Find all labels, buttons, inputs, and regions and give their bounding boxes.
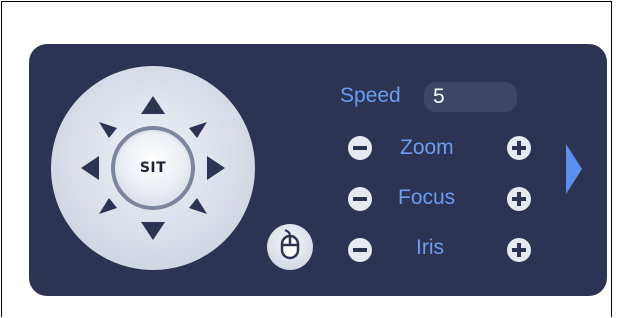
iris-minus-button[interactable] (348, 238, 372, 262)
zoom-label: Zoom (400, 136, 454, 159)
focus-plus-button[interactable] (507, 187, 531, 211)
up-right-arrow-icon[interactable] (189, 122, 207, 138)
minus-icon (353, 248, 367, 252)
plus-icon (512, 192, 526, 206)
minus-icon (353, 146, 367, 150)
iris-label: Iris (416, 236, 444, 259)
zoom-plus-button[interactable] (507, 136, 531, 160)
plus-icon (512, 141, 526, 155)
focus-label: Focus (398, 186, 456, 209)
expand-arrow-icon[interactable] (564, 144, 584, 194)
zoom-minus-button[interactable] (348, 136, 372, 160)
speed-input[interactable]: 5 (424, 82, 517, 112)
left-arrow-icon[interactable] (81, 156, 99, 180)
up-arrow-icon[interactable] (141, 96, 165, 114)
down-right-arrow-icon[interactable] (189, 198, 207, 214)
minus-icon (353, 197, 367, 201)
iris-plus-button[interactable] (507, 238, 531, 262)
direction-pad: SIT (51, 66, 255, 270)
focus-minus-button[interactable] (348, 187, 372, 211)
ptz-control-panel: SIT Speed 5 Zoom Focus Iris (29, 44, 607, 296)
sit-button-label: SIT (139, 160, 167, 176)
mouse-icon (280, 229, 300, 260)
up-left-arrow-icon[interactable] (99, 122, 117, 138)
plus-icon (512, 243, 526, 257)
mouse-button[interactable] (267, 224, 313, 270)
sit-button[interactable]: SIT (111, 126, 195, 210)
speed-label: Speed (340, 84, 401, 107)
down-left-arrow-icon[interactable] (99, 198, 117, 214)
down-arrow-icon[interactable] (141, 222, 165, 240)
right-arrow-icon[interactable] (207, 156, 225, 180)
